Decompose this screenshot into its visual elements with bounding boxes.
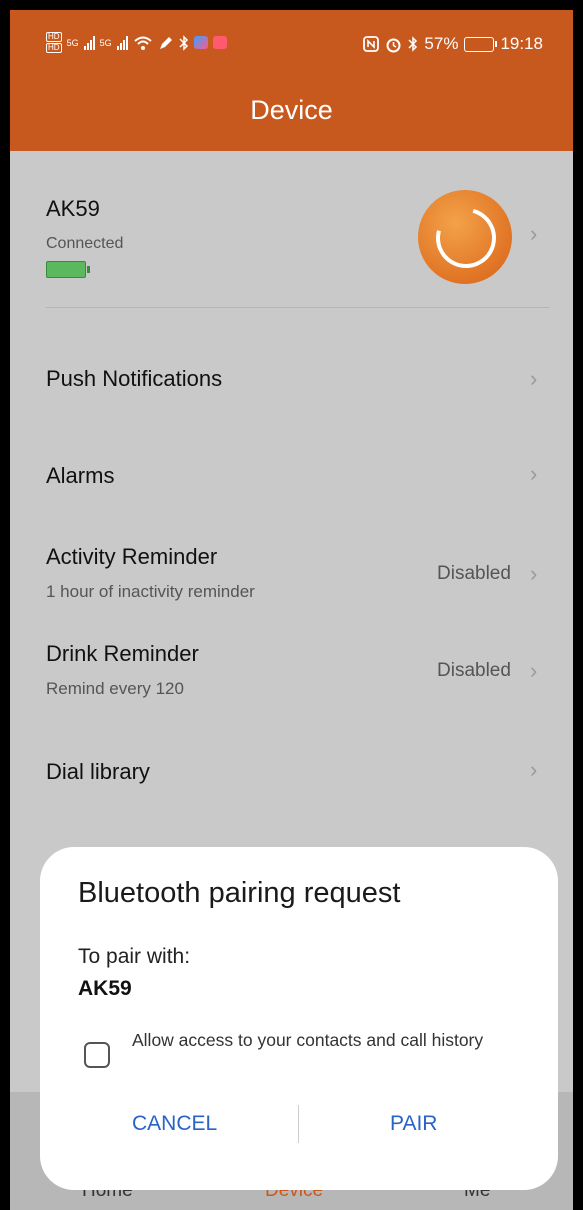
alarm-icon: [386, 38, 401, 52]
alarms-label: Alarms: [46, 463, 115, 488]
hd-badge-bottom: HD: [46, 43, 62, 53]
divider: [46, 307, 550, 308]
bluetooth-icon: [179, 34, 188, 51]
activity-reminder-value: Disabled: [437, 563, 511, 584]
activity-reminder-label: Activity Reminder: [46, 544, 218, 569]
battery-charging-icon: [464, 36, 498, 52]
app-header: HD HD 5G 5G 57% 19:18 Device: [10, 10, 573, 151]
contacts-access-label[interactable]: Allow access to your contacts and call h…: [132, 1030, 512, 1051]
signal-icon-2: [116, 35, 128, 50]
dialog-device-name: AK59: [78, 977, 132, 1000]
bluetooth-pairing-dialog: Bluetooth pairing request To pair with: …: [40, 847, 558, 1190]
drink-reminder-sub: Remind every 120: [46, 679, 184, 698]
chevron-right-icon: ›: [530, 658, 538, 683]
device-battery-icon: [46, 261, 90, 278]
dialog-message: To pair with:: [78, 945, 191, 968]
app-notification-icon: [193, 36, 208, 49]
push-notifications-label: Push Notifications: [46, 366, 223, 391]
dialog-title: Bluetooth pairing request: [78, 877, 401, 909]
chevron-right-icon: ›: [530, 366, 538, 391]
phone-screen: HD HD 5G 5G 57% 19:18 Device AK59 Connec…: [10, 10, 573, 1210]
contacts-access-checkbox[interactable]: [84, 1042, 110, 1068]
sim2-label: 5G: [99, 37, 112, 48]
battery-percent: 57%: [424, 34, 459, 53]
status-right-icons: 57% 19:18: [363, 34, 543, 54]
nfc-icon: [363, 36, 380, 52]
signal-icon: [83, 35, 95, 50]
status-time: 19:18: [500, 34, 543, 53]
activity-reminder-sub: 1 hour of inactivity reminder: [46, 582, 255, 601]
edit-app-icon: [159, 36, 172, 49]
dial-library-label: Dial library: [46, 759, 150, 784]
drink-reminder-value: Disabled: [437, 660, 511, 681]
mail-notification-icon: [212, 36, 227, 49]
sim1-label: 5G: [66, 37, 79, 48]
pair-button[interactable]: PAIR: [390, 1112, 437, 1136]
hd-icon: HD HD: [46, 32, 62, 53]
status-bar: HD HD 5G 5G 57% 19:18: [10, 10, 573, 70]
page-title: Device: [250, 95, 333, 125]
chevron-right-icon: ›: [530, 221, 538, 246]
chevron-right-icon: ›: [530, 757, 538, 782]
device-name: AK59: [46, 196, 100, 221]
drink-reminder-label: Drink Reminder: [46, 641, 199, 666]
status-left-icons: HD HD 5G 5G: [46, 32, 227, 53]
chevron-right-icon: ›: [530, 461, 538, 486]
cancel-button[interactable]: CANCEL: [132, 1112, 217, 1136]
chevron-right-icon: ›: [530, 561, 538, 586]
device-status: Connected: [46, 235, 124, 252]
bluetooth-status-icon: [408, 36, 418, 52]
watch-image-icon: [418, 190, 512, 284]
hd-badge-top: HD: [46, 32, 62, 42]
wifi-icon: [133, 36, 152, 50]
button-divider: [298, 1105, 299, 1143]
